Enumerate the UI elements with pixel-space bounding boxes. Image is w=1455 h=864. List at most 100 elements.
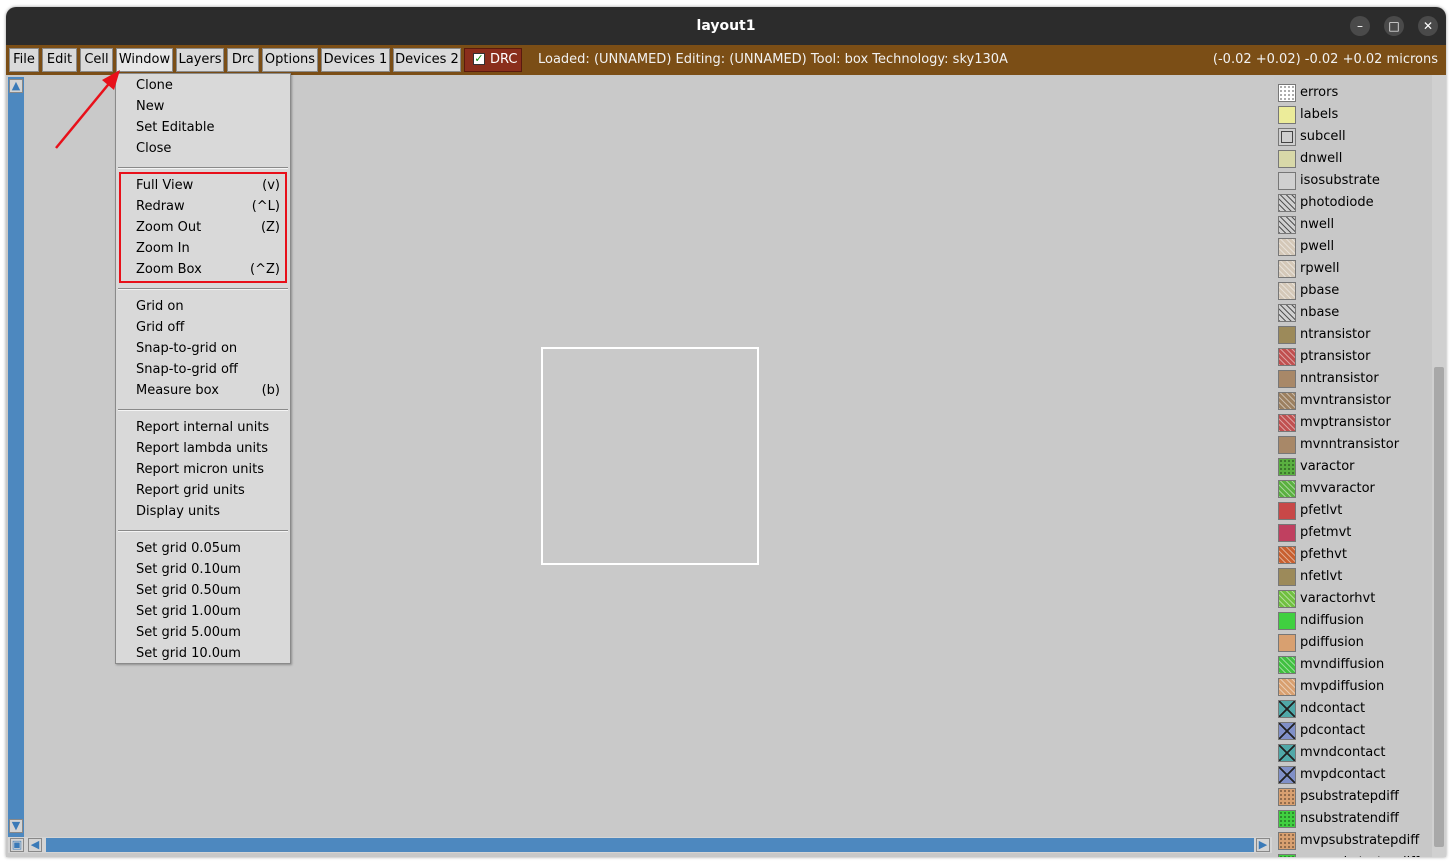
layer-swatch-icon[interactable]: [1278, 612, 1296, 630]
menu-item-18[interactable]: Display units: [136, 501, 286, 522]
menu-edit[interactable]: Edit: [42, 48, 77, 72]
menu-item-19[interactable]: Set grid 0.05um: [136, 538, 286, 559]
layer-swatch-icon[interactable]: [1278, 282, 1296, 300]
scroll-up-arrow-icon[interactable]: ▲: [9, 79, 23, 93]
layer-item[interactable]: photodiode: [1278, 193, 1432, 213]
menu-drc[interactable]: Drc: [227, 48, 259, 72]
menu-layers[interactable]: Layers: [176, 48, 224, 72]
layer-swatch-icon[interactable]: [1278, 634, 1296, 652]
layer-swatch-icon[interactable]: [1278, 414, 1296, 432]
layer-swatch-icon[interactable]: [1278, 766, 1296, 784]
layer-item[interactable]: ndcontact: [1278, 699, 1432, 719]
layer-swatch-icon[interactable]: [1278, 656, 1296, 674]
menu-item-0[interactable]: Clone: [136, 75, 286, 96]
layer-item[interactable]: psubstratepdiff: [1278, 787, 1432, 807]
menu-devices-1[interactable]: Devices 1: [321, 48, 390, 72]
menu-item-17[interactable]: Report grid units: [136, 480, 286, 501]
layer-swatch-icon[interactable]: [1278, 172, 1296, 190]
layer-item[interactable]: ndiffusion: [1278, 611, 1432, 631]
layer-swatch-icon[interactable]: [1278, 260, 1296, 278]
menu-item-11[interactable]: Snap-to-grid on: [136, 338, 286, 359]
layer-item[interactable]: mvndcontact: [1278, 743, 1432, 763]
horizontal-scroll-thumb[interactable]: [46, 838, 1254, 852]
layer-item[interactable]: varactor: [1278, 457, 1432, 477]
menu-item-22[interactable]: Set grid 1.00um: [136, 601, 286, 622]
layer-item[interactable]: pdcontact: [1278, 721, 1432, 741]
menu-window[interactable]: Window: [116, 48, 173, 72]
maximize-icon[interactable]: □: [1384, 16, 1404, 36]
layer-swatch-icon[interactable]: [1278, 480, 1296, 498]
layer-swatch-icon[interactable]: [1278, 546, 1296, 564]
layer-item[interactable]: pfetlvt: [1278, 501, 1432, 521]
menu-item-2[interactable]: Set Editable: [136, 117, 286, 138]
layer-item[interactable]: mvpdcontact: [1278, 765, 1432, 785]
menu-item-20[interactable]: Set grid 0.10um: [136, 559, 286, 580]
layer-scroll-thumb[interactable]: [1434, 367, 1444, 847]
layer-swatch-icon[interactable]: [1278, 194, 1296, 212]
layer-item[interactable]: mvpdiffusion: [1278, 677, 1432, 697]
layer-swatch-icon[interactable]: [1278, 436, 1296, 454]
menu-cell[interactable]: Cell: [80, 48, 113, 72]
layer-item[interactable]: mvvaractor: [1278, 479, 1432, 499]
layer-swatch-icon[interactable]: [1278, 700, 1296, 718]
layer-item[interactable]: nsubstratendiff: [1278, 809, 1432, 829]
menu-item-24[interactable]: Set grid 10.0um: [136, 643, 286, 664]
layer-swatch-icon[interactable]: [1278, 84, 1296, 102]
drc-checkbox-icon[interactable]: ✓: [473, 53, 485, 65]
layer-item[interactable]: mvntransistor: [1278, 391, 1432, 411]
menu-file[interactable]: File: [9, 48, 39, 72]
layer-item[interactable]: mvnsubstratendiff: [1278, 853, 1432, 857]
layer-item[interactable]: mvpsubstratepdiff: [1278, 831, 1432, 851]
layer-swatch-icon[interactable]: [1278, 216, 1296, 234]
menu-devices-2[interactable]: Devices 2: [393, 48, 461, 72]
scroll-right-arrow-icon[interactable]: ▶: [1256, 838, 1270, 852]
scroll-down-arrow-icon[interactable]: ▼: [9, 819, 23, 833]
layer-item[interactable]: subcell: [1278, 127, 1432, 147]
menu-item-16[interactable]: Report micron units: [136, 459, 286, 480]
layer-swatch-icon[interactable]: [1278, 854, 1296, 857]
menu-item-14[interactable]: Report internal units: [136, 417, 286, 438]
layer-item[interactable]: nfetlvt: [1278, 567, 1432, 587]
layer-swatch-icon[interactable]: [1278, 326, 1296, 344]
layer-swatch-icon[interactable]: [1278, 238, 1296, 256]
layer-swatch-icon[interactable]: [1278, 304, 1296, 322]
layer-swatch-icon[interactable]: [1278, 568, 1296, 586]
layer-swatch-icon[interactable]: [1278, 722, 1296, 740]
layer-swatch-icon[interactable]: [1278, 832, 1296, 850]
scroll-left-arrow-icon[interactable]: ◀: [28, 838, 42, 852]
minimize-icon[interactable]: –: [1350, 16, 1370, 36]
title-bar[interactable]: layout1 – □ ✕: [6, 7, 1446, 45]
layer-swatch-icon[interactable]: [1278, 370, 1296, 388]
layer-item[interactable]: labels: [1278, 105, 1432, 125]
layer-item[interactable]: pfethvt: [1278, 545, 1432, 565]
layer-swatch-icon[interactable]: [1278, 590, 1296, 608]
close-icon[interactable]: ✕: [1418, 16, 1438, 36]
layer-item[interactable]: dnwell: [1278, 149, 1432, 169]
layer-swatch-icon[interactable]: [1278, 678, 1296, 696]
layer-item[interactable]: nwell: [1278, 215, 1432, 235]
layer-item[interactable]: mvptransistor: [1278, 413, 1432, 433]
layer-swatch-icon[interactable]: [1278, 150, 1296, 168]
drc-toggle[interactable]: ✓ DRC: [464, 48, 522, 72]
layer-swatch-icon[interactable]: [1278, 458, 1296, 476]
layer-swatch-icon[interactable]: [1278, 106, 1296, 124]
menu-item-10[interactable]: Grid off: [136, 317, 286, 338]
layer-item[interactable]: errors: [1278, 83, 1432, 103]
layer-swatch-icon[interactable]: [1278, 348, 1296, 366]
layer-item[interactable]: mvndiffusion: [1278, 655, 1432, 675]
layer-item[interactable]: rpwell: [1278, 259, 1432, 279]
layer-item[interactable]: pfetmvt: [1278, 523, 1432, 543]
layer-item[interactable]: isosubstrate: [1278, 171, 1432, 191]
menu-options[interactable]: Options: [262, 48, 318, 72]
horizontal-scrollbar[interactable]: ▣ ◀ ▶: [8, 837, 1272, 853]
menu-item-15[interactable]: Report lambda units: [136, 438, 286, 459]
menu-item-3[interactable]: Close: [136, 138, 286, 159]
layer-item[interactable]: mvnntransistor: [1278, 435, 1432, 455]
layer-item[interactable]: nntransistor: [1278, 369, 1432, 389]
zoom-box-icon[interactable]: ▣: [10, 838, 24, 852]
layer-swatch-icon[interactable]: [1278, 810, 1296, 828]
layer-item[interactable]: pdiffusion: [1278, 633, 1432, 653]
layer-swatch-icon[interactable]: [1278, 502, 1296, 520]
layer-scrollbar[interactable]: [1432, 75, 1446, 857]
layer-item[interactable]: pbase: [1278, 281, 1432, 301]
